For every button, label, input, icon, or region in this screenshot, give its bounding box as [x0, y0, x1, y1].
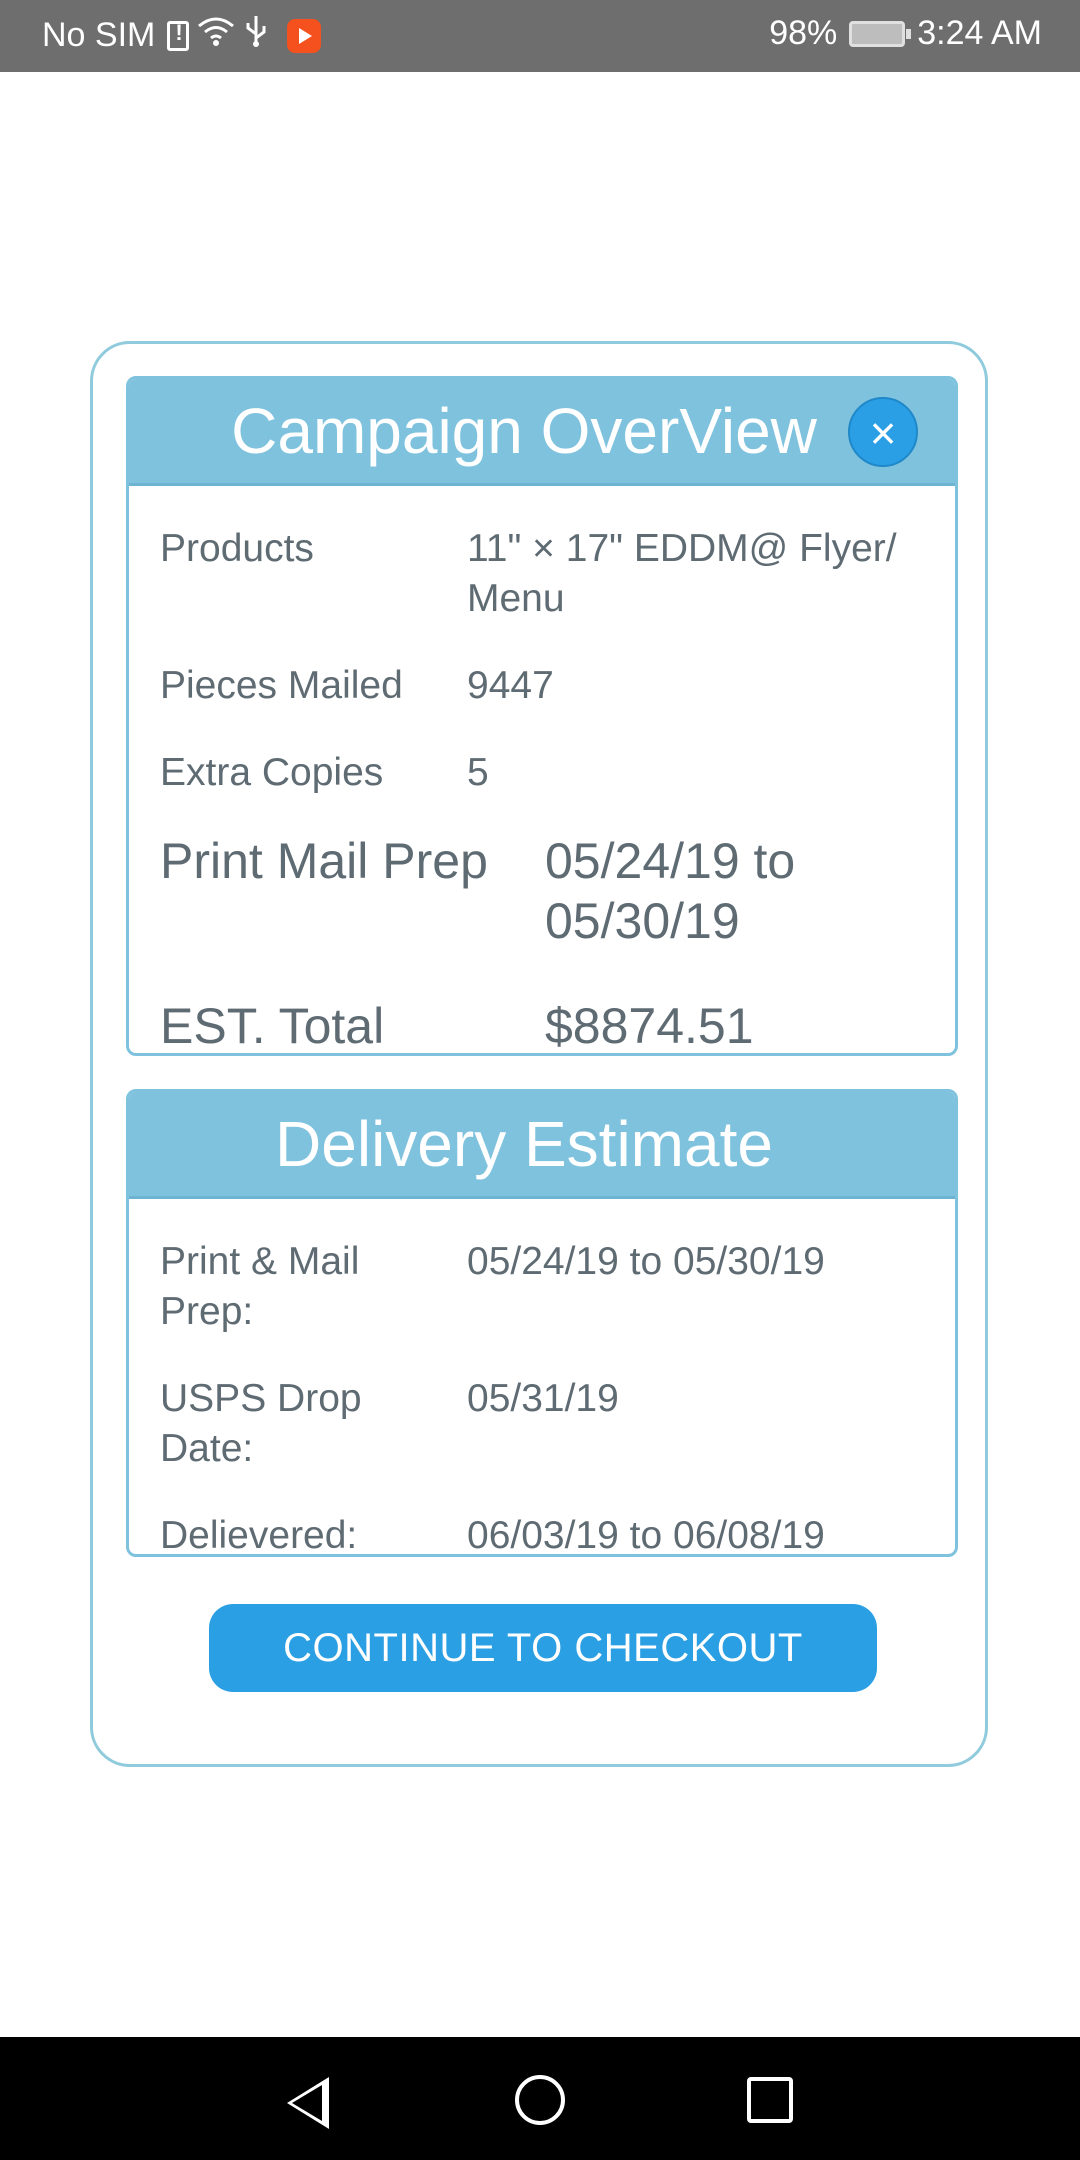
- home-icon[interactable]: [515, 2075, 565, 2125]
- row-label: Pieces Mailed: [160, 664, 403, 707]
- delivery-title: Delivery Estimate: [275, 1108, 773, 1180]
- row-label: USPS Drop Date:: [160, 1377, 362, 1470]
- usb-icon: [243, 14, 269, 57]
- clock: 3:24 AM: [917, 14, 1042, 52]
- continue-to-checkout-button[interactable]: CONTINUE TO CHECKOUT: [209, 1604, 877, 1692]
- status-right: 98% 3:24 AM: [769, 14, 1042, 53]
- notification-app-icon: [287, 18, 322, 53]
- status-left: No SIM: [42, 14, 322, 57]
- row-label: Print & Mail Prep:: [160, 1240, 360, 1333]
- row-value: 05/31/19: [467, 1377, 619, 1420]
- wifi-icon: [197, 15, 235, 56]
- overview-title: Campaign OverView: [231, 395, 817, 467]
- battery-percent: 98%: [769, 14, 838, 52]
- row-value: 06/03/19 to 06/08/19: [467, 1514, 825, 1557]
- row-label: Extra Copies: [160, 751, 384, 794]
- battery-icon: [849, 20, 912, 47]
- close-button[interactable]: ×: [848, 397, 918, 467]
- carrier-text: No SIM: [42, 16, 156, 54]
- row-value: 9447: [467, 664, 554, 707]
- row-value: 5: [467, 751, 489, 794]
- sim-alert-icon: [167, 20, 190, 51]
- row-value: 05/24/19 to 05/30/19: [545, 833, 796, 949]
- row-label: Products: [160, 527, 314, 570]
- recent-apps-icon[interactable]: [747, 2077, 793, 2123]
- row-label: EST. Total: [160, 998, 385, 1054]
- system-nav-bar: [0, 2037, 1080, 2160]
- delivery-header: Delivery Estimate: [129, 1092, 955, 1199]
- row-label: Print Mail Prep: [160, 833, 488, 889]
- back-icon[interactable]: [287, 2077, 329, 2129]
- campaign-overview-card: Campaign OverView × Products 11" × 17" E…: [126, 376, 958, 1056]
- delivery-estimate-card: Delivery Estimate Print & Mail Prep: 05/…: [126, 1089, 958, 1557]
- row-label: Delievered:: [160, 1514, 358, 1557]
- campaign-dialog: Campaign OverView × Products 11" × 17" E…: [90, 341, 988, 1767]
- row-value: 05/24/19 to 05/30/19: [467, 1240, 825, 1283]
- overview-header: Campaign OverView ×: [129, 379, 955, 486]
- row-value: 11" × 17" EDDM@ Flyer/ Menu: [467, 527, 897, 620]
- close-icon: ×: [869, 407, 897, 459]
- status-bar: No SIM 98% 3:24 AM: [0, 0, 1080, 72]
- row-value: $8874.51: [545, 998, 754, 1054]
